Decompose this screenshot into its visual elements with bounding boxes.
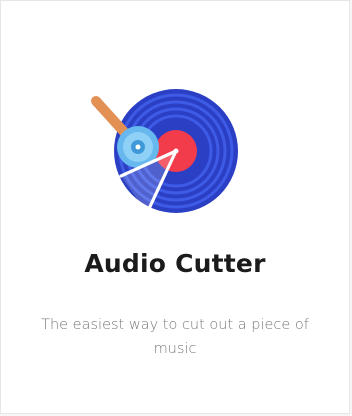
card-title: Audio Cutter bbox=[84, 249, 266, 278]
card-description: The easiest way to cut out a piece of mu… bbox=[41, 317, 309, 357]
audio-cutter-card[interactable]: Audio Cutter The easiest way to cut out … bbox=[0, 0, 350, 414]
vinyl-record-cutter-icon bbox=[81, 81, 251, 221]
